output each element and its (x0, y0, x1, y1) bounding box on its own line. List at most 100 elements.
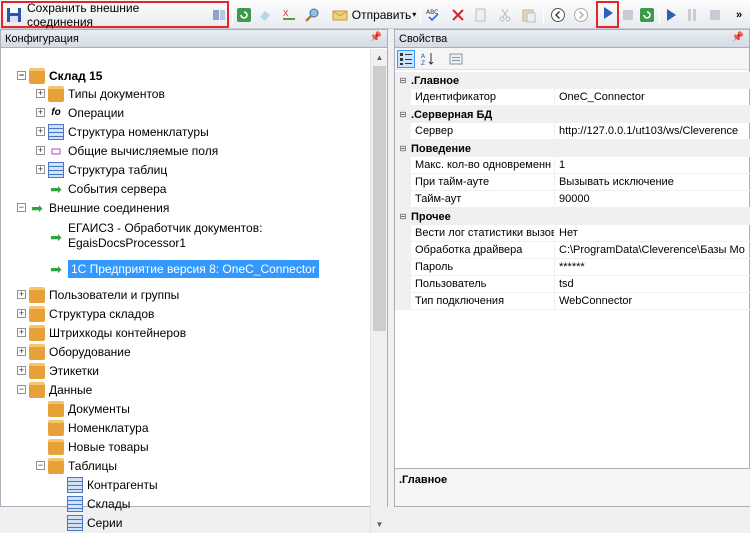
selected-tree-node-label: 1С Предприятие версия 8: OneC_Connector (68, 259, 319, 278)
collapse-icon[interactable]: − (17, 203, 26, 212)
property-row[interactable]: Макс. кол-во одновременн 1 (395, 157, 750, 174)
property-row[interactable]: Сервер http://127.0.0.1/ut103/ws/Cleveren… (395, 123, 750, 140)
collapse-icon[interactable]: ⊟ (395, 76, 411, 85)
expand-icon[interactable]: + (36, 89, 45, 98)
tree-node-data[interactable]: − Данные (17, 380, 92, 399)
property-value[interactable]: Нет (555, 225, 750, 241)
tree-node-table-structure[interactable]: + Структура таблиц (36, 160, 167, 179)
stop-icon[interactable] (620, 4, 636, 25)
close-icon[interactable] (449, 4, 467, 25)
expand-icon[interactable]: + (17, 309, 26, 318)
tree-node-series[interactable]: Серии (55, 513, 122, 532)
property-value[interactable]: WebConnector (555, 293, 750, 309)
property-row[interactable]: Пароль ****** (395, 259, 750, 276)
collapse-icon[interactable]: ⊟ (395, 110, 411, 119)
tree-node-container-barcodes[interactable]: + Штрихкоды контейнеров (17, 323, 186, 342)
tree-node-egais[interactable]: ➡ ЕГАИС3 - Обработчик документов: EgaisD… (36, 221, 262, 255)
tree-node-tables[interactable]: − Таблицы (36, 456, 117, 475)
property-value[interactable]: 90000 (555, 191, 750, 207)
forward-icon[interactable] (571, 4, 591, 25)
refresh-icon[interactable] (235, 4, 253, 25)
tree-node-calculated-fields[interactable]: + Общие вычисляемые поля (36, 141, 218, 160)
expand-icon[interactable]: + (17, 366, 26, 375)
property-value[interactable]: http://127.0.0.1/ut103/ws/Cleverence (555, 123, 750, 139)
property-value[interactable]: tsd (555, 276, 750, 292)
categorized-view-icon[interactable] (397, 49, 415, 68)
run-icon[interactable] (663, 4, 679, 25)
scroll-thumb[interactable] (373, 66, 386, 331)
property-row[interactable]: При тайм-ауте Вызывать исключение (395, 174, 750, 191)
pause-icon[interactable] (684, 4, 700, 25)
property-value[interactable]: 1 (555, 157, 750, 173)
category-behavior[interactable]: ⊟ Поведение (395, 140, 750, 157)
eraser-icon[interactable] (256, 4, 274, 25)
spellcheck-icon[interactable]: ABC (424, 4, 444, 25)
tree-node-label: Таблицы (68, 458, 118, 473)
expand-icon[interactable]: + (36, 108, 45, 117)
collapse-icon[interactable]: − (17, 385, 26, 394)
tree-node-users-groups[interactable]: + Пользователи и группы (17, 285, 179, 304)
tree-node-onec-connector[interactable]: ➡ 1С Предприятие версия 8: OneC_Connecto… (36, 259, 319, 278)
folder-icon (48, 457, 64, 474)
tree-node-documents[interactable]: Документы (36, 399, 130, 418)
pin-icon[interactable]: 📌 (370, 32, 382, 43)
tree-node-equipment[interactable]: + Оборудование (17, 342, 131, 361)
expand-icon[interactable]: + (17, 290, 26, 299)
expand-icon[interactable]: + (36, 146, 45, 155)
back-icon[interactable] (548, 4, 568, 25)
collapse-icon[interactable]: − (36, 461, 45, 470)
property-row[interactable]: Вести лог статистики вызов Нет (395, 225, 750, 242)
property-row[interactable]: Тайм-аут 90000 (395, 191, 750, 208)
expand-icon[interactable]: + (17, 347, 26, 356)
property-value[interactable]: Вызывать исключение (555, 174, 750, 190)
overflow-chevron-icon[interactable]: » (731, 4, 747, 25)
tree-node-warehouses[interactable]: Склады (55, 494, 130, 513)
expand-icon[interactable]: + (36, 127, 45, 136)
tree-vertical-scrollbar[interactable]: ▲ ▼ (370, 49, 387, 533)
tree-node-counterparties[interactable]: Контрагенты (55, 475, 158, 494)
tree-node-warehouse-structure[interactable]: + Структура складов (17, 304, 154, 323)
tree-node-server-events[interactable]: ➡ События сервера (36, 179, 166, 198)
scroll-up-icon[interactable]: ▲ (371, 49, 388, 66)
property-row[interactable]: Пользователь tsd (395, 276, 750, 293)
search-icon[interactable] (303, 4, 321, 25)
copy-icon[interactable] (472, 4, 490, 25)
property-value[interactable]: OneC_Connector (555, 89, 750, 105)
category-server-db[interactable]: ⊟ .Серверная БД (395, 106, 750, 123)
property-value[interactable]: C:\ProgramData\Cleverence\Базы Мо (555, 242, 750, 258)
tree-node-external-connections[interactable]: − ➡ Внешние соединения (17, 198, 169, 217)
stop-service-icon[interactable] (707, 4, 723, 25)
property-row[interactable]: Тип подключения WebConnector (395, 293, 750, 310)
cut-icon[interactable] (496, 4, 514, 25)
delete-text-icon[interactable]: X (280, 4, 298, 25)
paste-icon[interactable] (520, 4, 538, 25)
restart-icon[interactable] (638, 4, 656, 25)
save-external-connections-button[interactable]: Сохранить внешние соединения (1, 1, 229, 29)
tree-node-sklad[interactable]: − Склад 15 (17, 66, 102, 85)
category-main[interactable]: ⊟ .Главное (395, 72, 750, 89)
tree-node-doc-types[interactable]: + Типы документов (36, 84, 165, 103)
property-value[interactable]: ****** (555, 259, 750, 275)
floppy-disk-icon (6, 7, 22, 23)
expand-icon[interactable]: + (17, 328, 26, 337)
tree-node-operations[interactable]: + fo Операции (36, 103, 124, 122)
property-key: Пароль (411, 259, 555, 275)
collapse-icon[interactable]: − (17, 71, 26, 80)
collapse-icon[interactable]: ⊟ (395, 144, 411, 153)
start-button[interactable] (596, 1, 619, 28)
tree-node-label: Оборудование (49, 344, 131, 359)
scroll-down-icon[interactable]: ▼ (371, 516, 388, 533)
pin-icon[interactable]: 📌 (732, 32, 744, 43)
sort-alphabetical-icon[interactable]: AZ (419, 50, 437, 68)
tree-node-labels[interactable]: + Этикетки (17, 361, 99, 380)
tree-node-nomenclature[interactable]: Номенклатура (36, 418, 149, 437)
send-dropdown-button[interactable]: Отправить ▾ (331, 4, 417, 25)
property-row[interactable]: Обработка драйвера C:\ProgramData\Clevere… (395, 242, 750, 259)
property-pages-icon[interactable] (447, 50, 465, 68)
tree-node-nomenclature-structure[interactable]: + Структура номенклатуры (36, 122, 209, 141)
tree-node-new-goods[interactable]: Новые товары (36, 437, 149, 456)
property-row[interactable]: Идентификатор OneC_Connector (395, 89, 750, 106)
category-other[interactable]: ⊟ Прочее (395, 208, 750, 225)
collapse-icon[interactable]: ⊟ (395, 212, 411, 221)
expand-icon[interactable]: + (36, 165, 45, 174)
